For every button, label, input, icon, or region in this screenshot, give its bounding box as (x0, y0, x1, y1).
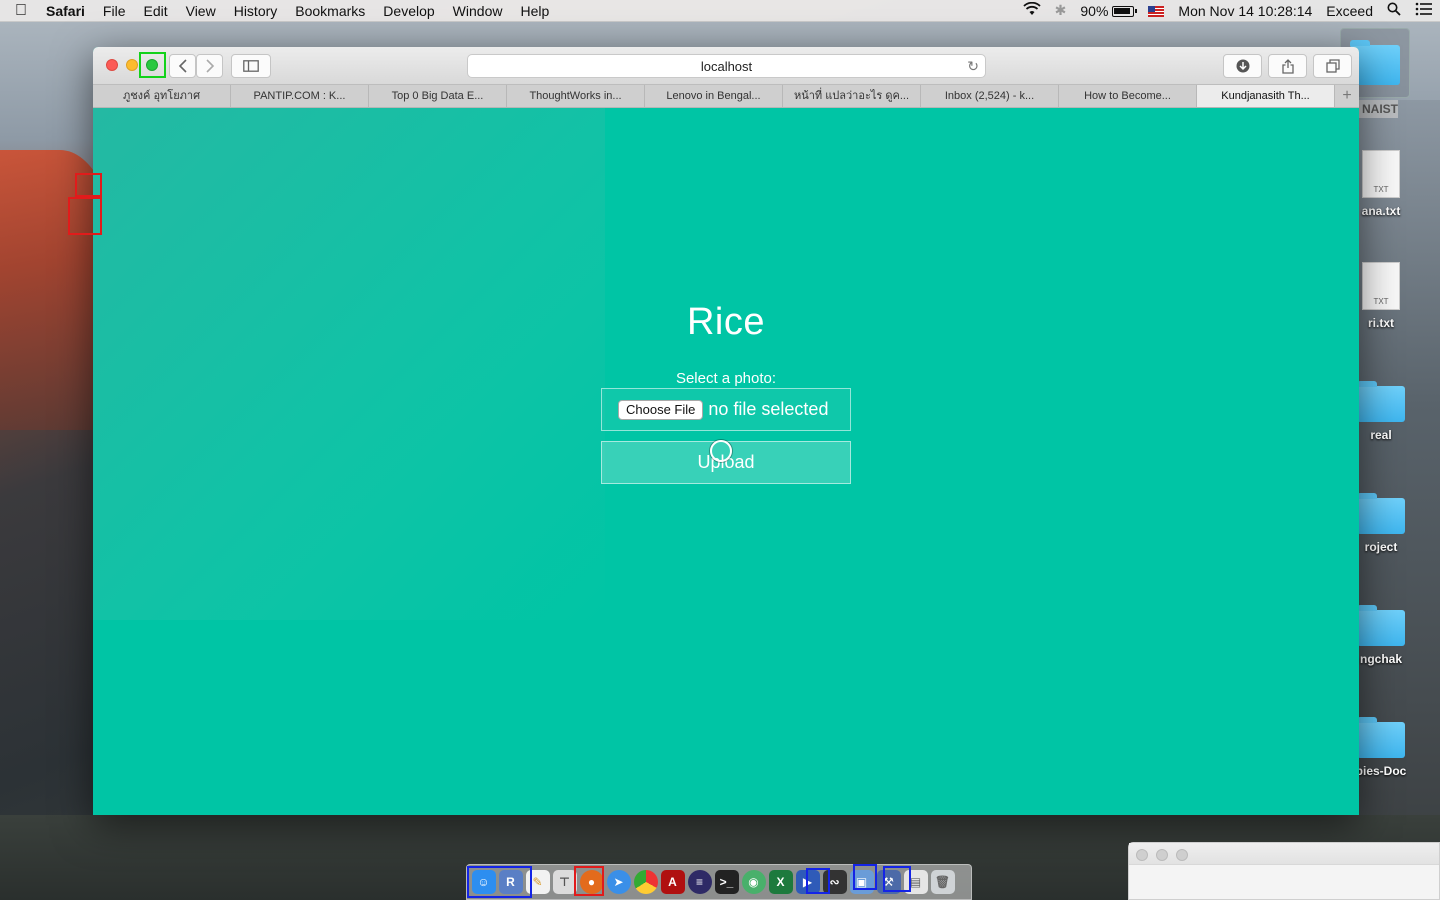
finder-icon[interactable]: ☺ (471, 870, 496, 894)
menu-file[interactable]: File (94, 3, 135, 19)
page-content: Rice Select a photo: Choose File no file… (93, 108, 1359, 815)
menu-develop[interactable]: Develop (374, 3, 443, 19)
globe-icon[interactable]: ◉ (741, 870, 766, 894)
tab-4[interactable]: ThoughtWorks in... (507, 85, 645, 107)
battery-indicator[interactable]: 90% (1073, 3, 1141, 19)
chrome-icon[interactable] (633, 870, 658, 894)
user-name[interactable]: Exceed (1319, 3, 1380, 19)
menu-help[interactable]: Help (511, 3, 558, 19)
tab-6[interactable]: หน้าที่ แปลว่าอะไร ดูค... (783, 85, 921, 107)
document-icon[interactable]: ▤ (903, 870, 928, 894)
trash-icon[interactable]: 🗑 (930, 870, 955, 894)
acrobat-icon[interactable]: A (660, 870, 685, 894)
apple-menu-icon[interactable]:  (0, 2, 42, 20)
address-bar[interactable]: localhost ↻ (467, 54, 986, 78)
menu-bookmarks[interactable]: Bookmarks (286, 3, 374, 19)
notification-center-icon[interactable] (1408, 2, 1440, 19)
browser-toolbar: localhost ↻ (93, 47, 1359, 85)
close-window-button[interactable] (106, 59, 118, 71)
desktop-label-naist[interactable]: NAIST (1358, 100, 1398, 118)
preview-icon[interactable]: ▣ (849, 870, 874, 894)
menu-history[interactable]: History (225, 3, 287, 19)
menu-edit[interactable]: Edit (134, 3, 176, 19)
zoom-window-button[interactable] (146, 59, 158, 71)
wifi-icon[interactable] (1016, 1, 1048, 19)
share-icon (1281, 58, 1294, 74)
tab-overview-button[interactable] (1313, 54, 1352, 78)
visual-studio-icon[interactable]: ▶ (795, 870, 820, 894)
tab-active[interactable]: Kundjanasith Th... (1197, 85, 1335, 107)
tab-5[interactable]: Lenovo in Bengal... (645, 85, 783, 107)
menu-view[interactable]: View (177, 3, 225, 19)
file-input[interactable]: Choose File no file selected (601, 388, 851, 431)
txt-file-icon: TXT (1362, 262, 1400, 310)
battery-percent: 90% (1080, 2, 1109, 19)
tab-1[interactable]: ภูชงค์ อุทโยภาศ (93, 85, 231, 107)
tabs-icon (1325, 59, 1340, 73)
forward-button[interactable] (196, 54, 223, 78)
dock: ☺ R ✎ ⊤ ● ➤ A ≡ >_ ◉ X ▶ ∾ ▣ ⚒ ▤ 🗑 (466, 864, 972, 900)
folder-icon (1357, 493, 1405, 534)
back-button[interactable] (169, 54, 196, 78)
folder-icon (1357, 605, 1405, 646)
minimize-window-button[interactable] (126, 59, 138, 71)
upload-button[interactable]: Upload (601, 441, 851, 484)
excel-icon[interactable]: X (768, 870, 793, 894)
folder-icon (1357, 381, 1405, 422)
folder-icon (1357, 717, 1405, 758)
new-tab-button[interactable]: + (1335, 85, 1359, 107)
bluetooth-icon[interactable]: ✱ (1048, 2, 1074, 19)
app-menu[interactable]: Safari (42, 3, 94, 19)
clock[interactable]: Mon Nov 14 10:28:14 (1171, 3, 1319, 19)
safari-icon[interactable]: ➤ (606, 870, 631, 894)
file-ext: TXT (1373, 297, 1389, 306)
share-button[interactable] (1268, 54, 1307, 78)
menu-window[interactable]: Window (444, 3, 512, 19)
background-window[interactable] (1128, 842, 1440, 900)
status-area: ✱ 90% Mon Nov 14 10:28:14 Exceed (1016, 0, 1440, 22)
terminal-icon[interactable]: >_ (714, 870, 739, 894)
chevron-right-icon (205, 59, 214, 73)
xcode-icon[interactable]: ⚒ (876, 870, 901, 894)
input-source-flag-icon[interactable] (1141, 3, 1171, 19)
script-editor-icon[interactable]: ⊤ (552, 870, 577, 894)
minimize-window-button[interactable] (1156, 849, 1168, 861)
select-photo-label: Select a photo: (675, 370, 777, 387)
close-window-button[interactable] (1136, 849, 1148, 861)
tab-2[interactable]: PANTIP.COM : K... (231, 85, 369, 107)
address-text: localhost (700, 58, 753, 74)
zoom-window-button[interactable] (1176, 849, 1188, 861)
txt-file-icon: TXT (1362, 150, 1400, 198)
tab-bar: ภูชงค์ อุทโยภาศ PANTIP.COM : K... Top 0 … (93, 85, 1359, 108)
r-icon[interactable]: R (498, 870, 523, 894)
tab-3[interactable]: Top 0 Big Data E... (369, 85, 507, 107)
textedit-icon[interactable]: ✎ (525, 870, 550, 894)
sidebar-toggle-button[interactable] (231, 54, 271, 78)
safari-window: localhost ↻ ภูชงค์ อุทโยภาศ PANTIP.COM :… (93, 47, 1359, 815)
battery-icon (1112, 6, 1138, 18)
chevron-left-icon (178, 59, 187, 73)
file-ext: TXT (1373, 185, 1389, 194)
activity-monitor-icon[interactable]: ∾ (822, 870, 847, 894)
choose-file-button[interactable]: Choose File (618, 399, 704, 420)
tab-8[interactable]: How to Become... (1059, 85, 1197, 107)
firefox-icon[interactable]: ● (579, 870, 604, 894)
menu-bar:  Safari File Edit View History Bookmark… (0, 0, 1440, 22)
downloads-button[interactable] (1223, 54, 1262, 78)
download-icon (1236, 59, 1249, 73)
spotlight-search-icon[interactable] (1380, 2, 1408, 19)
eclipse-icon[interactable]: ≡ (687, 870, 712, 894)
sidebar-icon (243, 60, 259, 72)
page-title: Rice (686, 301, 766, 343)
file-status-text: no file selected (708, 399, 829, 419)
background-shade (93, 108, 605, 620)
reload-icon[interactable]: ↻ (967, 58, 979, 75)
tab-7[interactable]: Inbox (2,524) - k... (921, 85, 1059, 107)
